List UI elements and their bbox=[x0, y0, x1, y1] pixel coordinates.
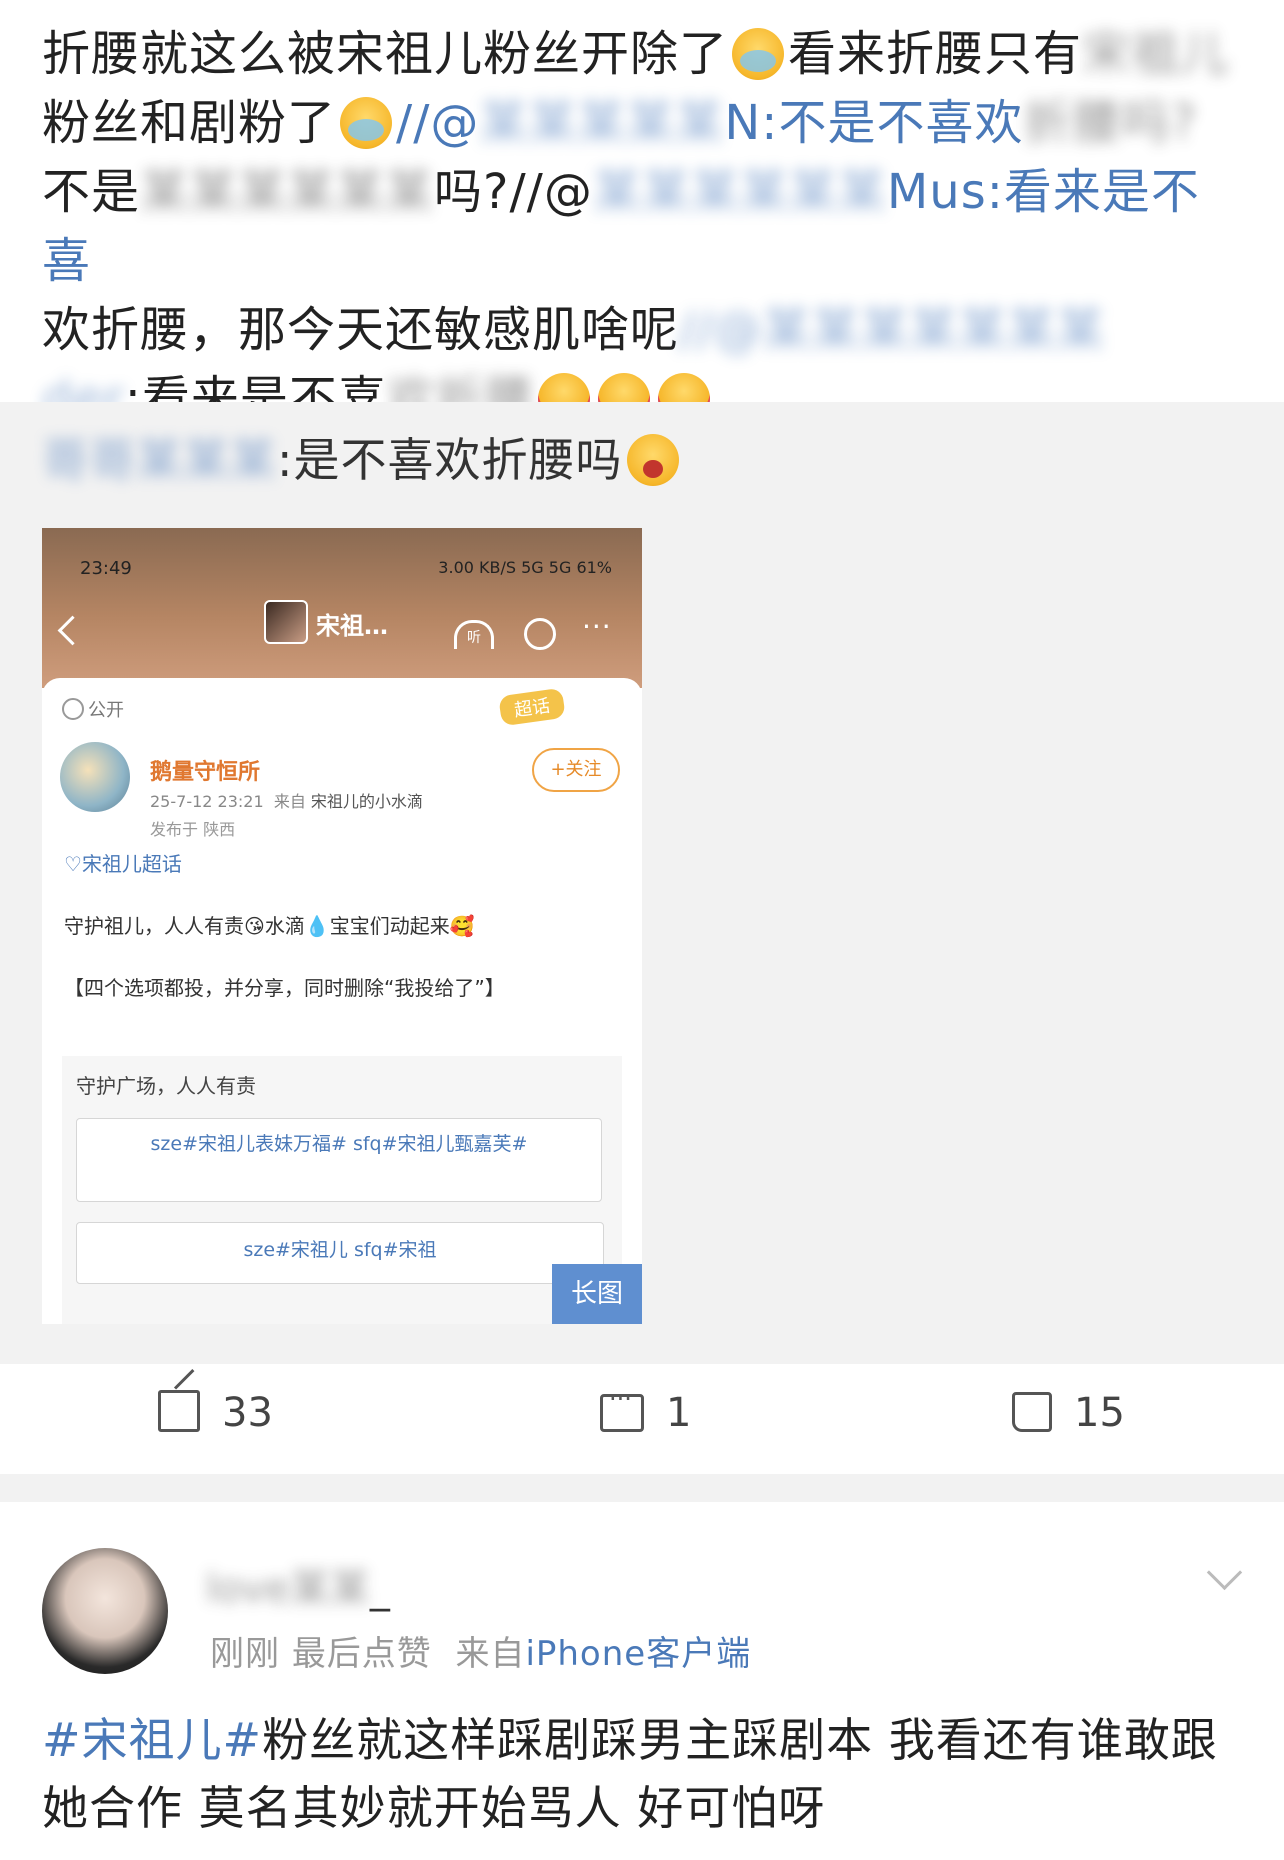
avatar bbox=[60, 742, 130, 812]
more-icon: ··· bbox=[582, 610, 612, 643]
post-text-segment: 欢折腰，那今天还敏感肌啥呢 bbox=[42, 302, 680, 358]
redacted-text: 宋祖儿 bbox=[1082, 26, 1230, 82]
mention-link[interactable]: //@ bbox=[396, 95, 479, 151]
mention-link[interactable]: N:不是不喜欢 bbox=[724, 95, 1023, 151]
from-label: 来自 bbox=[273, 792, 306, 811]
headphones-icon: 听 bbox=[454, 620, 494, 649]
post-text-segment: 吗?//@ bbox=[434, 164, 593, 220]
crying-face-emoji-icon bbox=[340, 97, 393, 149]
redacted-username: 某某某 bbox=[136, 433, 277, 487]
comment-source[interactable]: iPhone客户端 bbox=[525, 1634, 751, 1674]
redacted-username: 某某某某某某某 bbox=[762, 302, 1106, 358]
post-text-segment: 折腰就这么被宋祖儿粉丝开除了 bbox=[42, 26, 729, 82]
commenter-name[interactable]: love某某_ bbox=[206, 1556, 390, 1614]
crying-face-emoji-icon bbox=[732, 28, 785, 80]
from-label: 来自 bbox=[455, 1634, 526, 1674]
status-time: 23:49 bbox=[80, 558, 132, 579]
screaming-face-emoji-icon bbox=[626, 434, 679, 486]
partially-obscured-text: 折腰吗? bbox=[1023, 95, 1197, 151]
redacted-username[interactable]: 哥哥 bbox=[42, 424, 136, 490]
vote-title: 守护广场，人人有责 bbox=[76, 1074, 256, 1098]
status-indicators: 3.00 KB/S 5G 5G 61% bbox=[438, 558, 612, 577]
embedded-location: 发布于 陕西 bbox=[150, 820, 236, 839]
like-button[interactable]: 15 bbox=[1012, 1390, 1125, 1436]
chevron-down-icon[interactable] bbox=[1206, 1554, 1243, 1591]
embedded-body-line1: 守护祖儿，人人有责😘水滴💧宝宝们动起来🥰 bbox=[64, 914, 475, 938]
vote-option-2: sze#宋祖儿 sfq#宋祖 bbox=[76, 1222, 604, 1284]
comment-count: 1 bbox=[666, 1390, 692, 1436]
comment-icon bbox=[600, 1385, 644, 1432]
topic-text: 宋祖儿超话 bbox=[81, 852, 182, 876]
comment-meta: 刚刚 最后点赞 来自iPhone客户端 bbox=[210, 1626, 751, 1675]
post-text: 折腰就这么被宋祖儿粉丝开除了 看来折腰只有宋祖儿 粉丝和剧粉了//@某某某某某N:… bbox=[42, 20, 1242, 434]
embedded-username: 鹅量守恒所 bbox=[150, 760, 261, 785]
redacted-username: 某某某某某 bbox=[479, 95, 725, 151]
back-arrow-icon bbox=[57, 615, 88, 646]
vote-option-1: sze#宋祖儿表妹万福# sfq#宋祖儿甄嘉芙# bbox=[76, 1118, 602, 1202]
post-text-segment: 看来折腰只有 bbox=[788, 26, 1083, 82]
supertopic-title: 宋祖… bbox=[316, 612, 388, 640]
embedded-topic: ♡宋祖儿超话 bbox=[64, 852, 182, 876]
globe-icon bbox=[62, 698, 84, 720]
name-suffix: _ bbox=[369, 1566, 390, 1612]
section-divider bbox=[0, 1474, 1284, 1502]
avatar[interactable] bbox=[42, 1548, 168, 1674]
comment-button[interactable]: 1 bbox=[600, 1385, 692, 1436]
share-button[interactable]: 33 bbox=[158, 1390, 273, 1436]
repost-text-segment: :是不喜欢折腰吗 bbox=[277, 433, 623, 487]
embedded-post-card: 公开 超话 鹅量守恒所 25-7-12 23:21 来自 宋祖儿的小水滴 发布于… bbox=[42, 678, 642, 1324]
repost-text: 哥哥某某某:是不喜欢折腰吗 bbox=[42, 424, 683, 490]
supertopic-avatar bbox=[264, 600, 308, 644]
last-like-label: 最后点赞 bbox=[291, 1634, 432, 1674]
embedded-body-line2: 【四个选项都投，并分享，同时删除“我投给了”】 bbox=[64, 976, 505, 1000]
listen-label: 听 bbox=[467, 630, 481, 646]
embedded-date: 25-7-12 23:21 bbox=[150, 792, 264, 811]
action-bar: 33 1 15 bbox=[0, 1364, 1284, 1475]
embedded-header: 23:49 3.00 KB/S 5G 5G 61% 宋祖… 听 ··· bbox=[42, 528, 642, 688]
follow-button: +关注 bbox=[532, 748, 620, 792]
visibility-label: 公开 bbox=[62, 696, 124, 722]
embedded-meta: 25-7-12 23:21 来自 宋祖儿的小水滴 bbox=[150, 788, 423, 812]
embedded-screenshot-image[interactable]: 23:49 3.00 KB/S 5G 5G 61% 宋祖… 听 ··· 公开 超… bbox=[42, 528, 642, 1324]
embedded-source: 宋祖儿的小水滴 bbox=[310, 792, 423, 811]
post-text-segment: 粉丝和剧粉了 bbox=[42, 95, 337, 151]
vote-box: 守护广场，人人有责 sze#宋祖儿表妹万福# sfq#宋祖儿甄嘉芙# sze#宋… bbox=[62, 1056, 622, 1324]
redacted-username: 某某某某某某 bbox=[592, 164, 887, 220]
comment-time: 刚刚 bbox=[210, 1634, 280, 1674]
visibility-text: 公开 bbox=[88, 700, 124, 721]
hashtag-link[interactable]: #宋祖儿# bbox=[42, 1713, 262, 1767]
mention-link[interactable]: //@ bbox=[679, 296, 762, 365]
redacted-text: 某某某某某某 bbox=[140, 164, 435, 220]
thumbs-up-icon bbox=[1012, 1392, 1052, 1432]
search-icon bbox=[524, 618, 556, 650]
redacted-username: 某某 bbox=[289, 1566, 370, 1612]
comment-text: #宋祖儿#粉丝就这样踩剧踩男主踩剧本 我看还有谁敢跟她合作 莫名其妙就开始骂人 … bbox=[42, 1706, 1252, 1842]
share-count: 33 bbox=[222, 1390, 273, 1436]
share-icon bbox=[158, 1390, 200, 1432]
redacted-username: love bbox=[206, 1566, 290, 1612]
supertopic-badge: 超话 bbox=[498, 687, 566, 727]
like-count: 15 bbox=[1074, 1390, 1125, 1436]
long-image-badge: 长图 bbox=[552, 1264, 642, 1324]
post-text-segment: 不是 bbox=[42, 164, 141, 220]
